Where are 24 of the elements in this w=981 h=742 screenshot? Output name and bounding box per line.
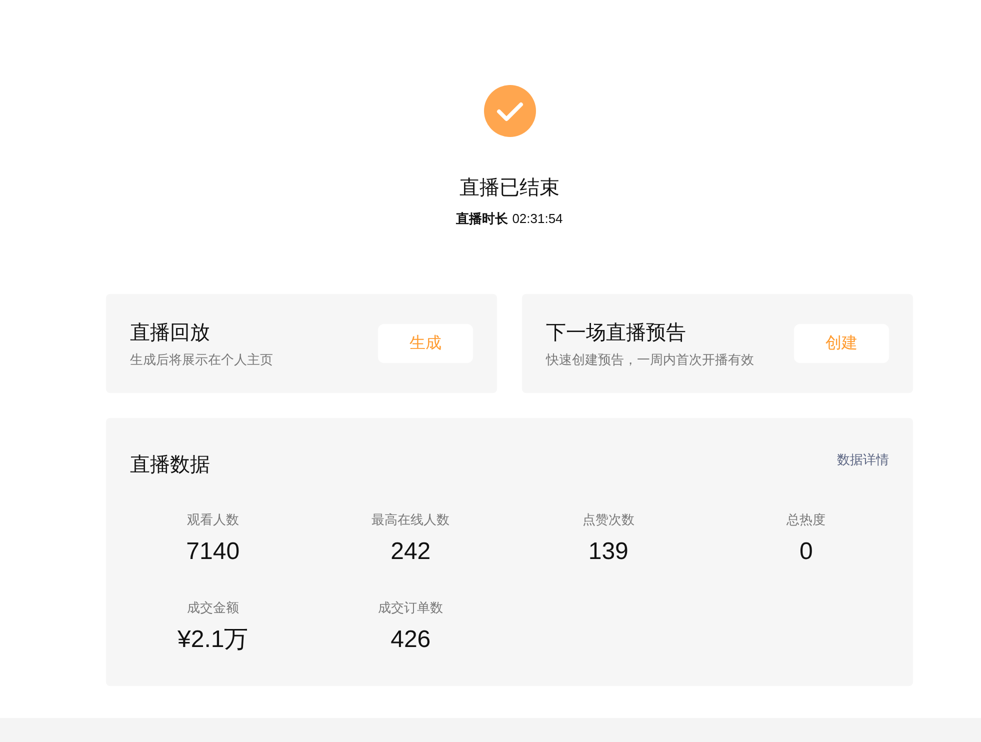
metric-value: 139 xyxy=(588,537,628,567)
metric-value: 7140 xyxy=(186,537,240,567)
metric-value: 426 xyxy=(390,625,431,655)
card-title: 直播回放 xyxy=(130,320,211,346)
generate-button[interactable]: 生成 xyxy=(378,324,473,363)
metric-label: 点赞次数 xyxy=(582,511,634,529)
create-button[interactable]: 创建 xyxy=(794,324,889,363)
metric-label: 最高在线人数 xyxy=(372,511,450,529)
metric-label: 总热度 xyxy=(786,511,826,529)
metric-value: ¥2.1万 xyxy=(178,625,248,655)
metric-label: 成交金额 xyxy=(186,599,239,617)
metric-label: 观看人数 xyxy=(186,511,239,529)
card-description: 快速创建预告，一周内首次开播有效 xyxy=(546,350,754,368)
status-title: 直播已结束 xyxy=(460,176,560,201)
metric-value: 242 xyxy=(390,537,431,567)
metric-label: 成交订单数 xyxy=(378,599,444,617)
duration-label: 直播时长 xyxy=(456,210,508,228)
panel-title: 直播数据 xyxy=(130,453,210,478)
metric-value: 0 xyxy=(799,537,813,567)
data-details-link[interactable]: 数据详情 xyxy=(837,451,889,469)
card-description: 生成后将展示在个人主页 xyxy=(130,350,273,368)
duration-value: 02:31:54 xyxy=(512,210,563,228)
check-icon xyxy=(484,85,536,137)
card-title: 下一场直播预告 xyxy=(546,320,687,346)
